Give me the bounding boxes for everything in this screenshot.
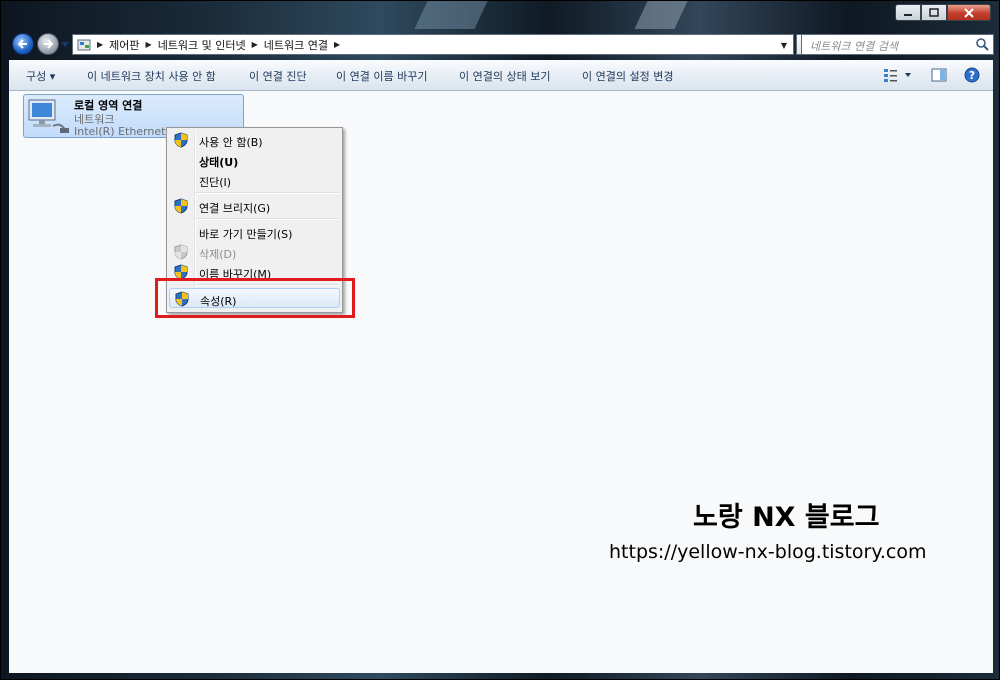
chevron-right-icon[interactable]: ▶ [97, 40, 103, 49]
search-box[interactable]: 네트워크 연결 검색 [801, 34, 994, 55]
glass-decoration [414, 1, 488, 29]
minimize-icon [904, 13, 912, 16]
uac-shield-icon [174, 132, 188, 148]
chevron-right-icon[interactable]: ▶ [252, 40, 258, 49]
menu-item-disable[interactable]: 사용 안 함(B) [169, 130, 340, 150]
arrow-left-icon [17, 39, 27, 49]
explorer-window: ▶ 제어판 ▶ 네트워크 및 인터넷 ▶ 네트워크 연결 ▶ ▼ 네트워크 연결… [0, 0, 1000, 680]
forward-button[interactable] [37, 33, 59, 55]
menu-item-diagnose[interactable]: 진단(I) [169, 170, 340, 190]
control-panel-icon [77, 39, 91, 50]
menu-item-label: 사용 안 함(B) [199, 136, 263, 149]
view-status-button[interactable]: 이 연결의 상태 보기 [459, 68, 550, 84]
watermark-title: 노랑 NX 블로그 [693, 502, 880, 533]
menu-item-bridge[interactable]: 연결 브리지(G) [169, 196, 340, 216]
breadcrumb-control-panel[interactable]: 제어판 [109, 37, 139, 53]
chevron-right-icon[interactable]: ▶ [334, 40, 340, 49]
address-dropdown-icon[interactable]: ▼ [781, 41, 787, 50]
rename-button[interactable]: 이 연결 이름 바꾸기 [336, 68, 427, 84]
menu-item-label: 진단(I) [199, 176, 232, 189]
help-icon[interactable]: ? [964, 67, 980, 83]
disable-device-button[interactable]: 이 네트워크 장치 사용 안 함 [87, 68, 216, 84]
maximize-icon [929, 8, 939, 17]
uac-shield-icon [174, 198, 188, 214]
uac-shield-icon [174, 244, 188, 260]
network-adapter-icon [28, 99, 69, 133]
maximize-button[interactable] [921, 4, 947, 21]
svg-text:?: ? [969, 69, 975, 82]
menu-separator [195, 218, 339, 220]
menu-item-label: 바로 가기 만들기(S) [199, 228, 293, 241]
menu-item-label: 삭제(D) [199, 248, 237, 261]
chevron-right-icon[interactable]: ▶ [146, 40, 152, 49]
glass-decoration [634, 1, 688, 29]
preview-pane-icon[interactable] [931, 67, 947, 83]
organize-button[interactable]: 구성 ▾ [26, 68, 55, 84]
breadcrumb: ▶ 제어판 ▶ 네트워크 및 인터넷 ▶ 네트워크 연결 ▶ [97, 37, 346, 53]
menu-item-label: 상태(U) [199, 156, 239, 169]
watermark-url: https://yellow-nx-blog.tistory.com [609, 541, 927, 563]
view-options-icon[interactable] [883, 67, 913, 83]
menu-separator [195, 192, 339, 194]
content-area: 로컬 영역 연결 네트워크 Intel(R) Ethernet Co... 노랑… [9, 91, 993, 673]
command-bar: 구성 ▾ 이 네트워크 장치 사용 안 함 이 연결 진단 이 연결 이름 바꾸… [9, 60, 993, 91]
menu-item-status[interactable]: 상태(U) [169, 150, 340, 170]
breadcrumb-network-connections[interactable]: 네트워크 연결 [264, 37, 328, 53]
caption-buttons [895, 4, 991, 21]
address-bar[interactable]: ▶ 제어판 ▶ 네트워크 및 인터넷 ▶ 네트워크 연결 ▶ ▼ [72, 34, 794, 55]
menu-item-label: 연결 브리지(G) [199, 202, 271, 215]
menu-item-delete: 삭제(D) [169, 242, 340, 262]
search-icon[interactable] [975, 37, 989, 51]
close-icon [964, 7, 974, 18]
change-settings-button[interactable]: 이 연결의 설정 변경 [582, 68, 673, 84]
arrow-right-icon [44, 39, 54, 49]
close-button[interactable] [947, 4, 991, 21]
menu-item-shortcut[interactable]: 바로 가기 만들기(S) [169, 222, 340, 242]
back-button[interactable] [12, 33, 34, 55]
navigation-bar: ▶ 제어판 ▶ 네트워크 및 인터넷 ▶ 네트워크 연결 ▶ ▼ 네트워크 연결… [8, 30, 994, 58]
search-placeholder: 네트워크 연결 검색 [810, 40, 898, 53]
diagnose-button[interactable]: 이 연결 진단 [249, 68, 307, 84]
history-dropdown-icon[interactable] [61, 40, 69, 48]
breadcrumb-network-internet[interactable]: 네트워크 및 인터넷 [158, 37, 246, 53]
highlight-box [155, 278, 355, 318]
minimize-button[interactable] [895, 4, 921, 21]
